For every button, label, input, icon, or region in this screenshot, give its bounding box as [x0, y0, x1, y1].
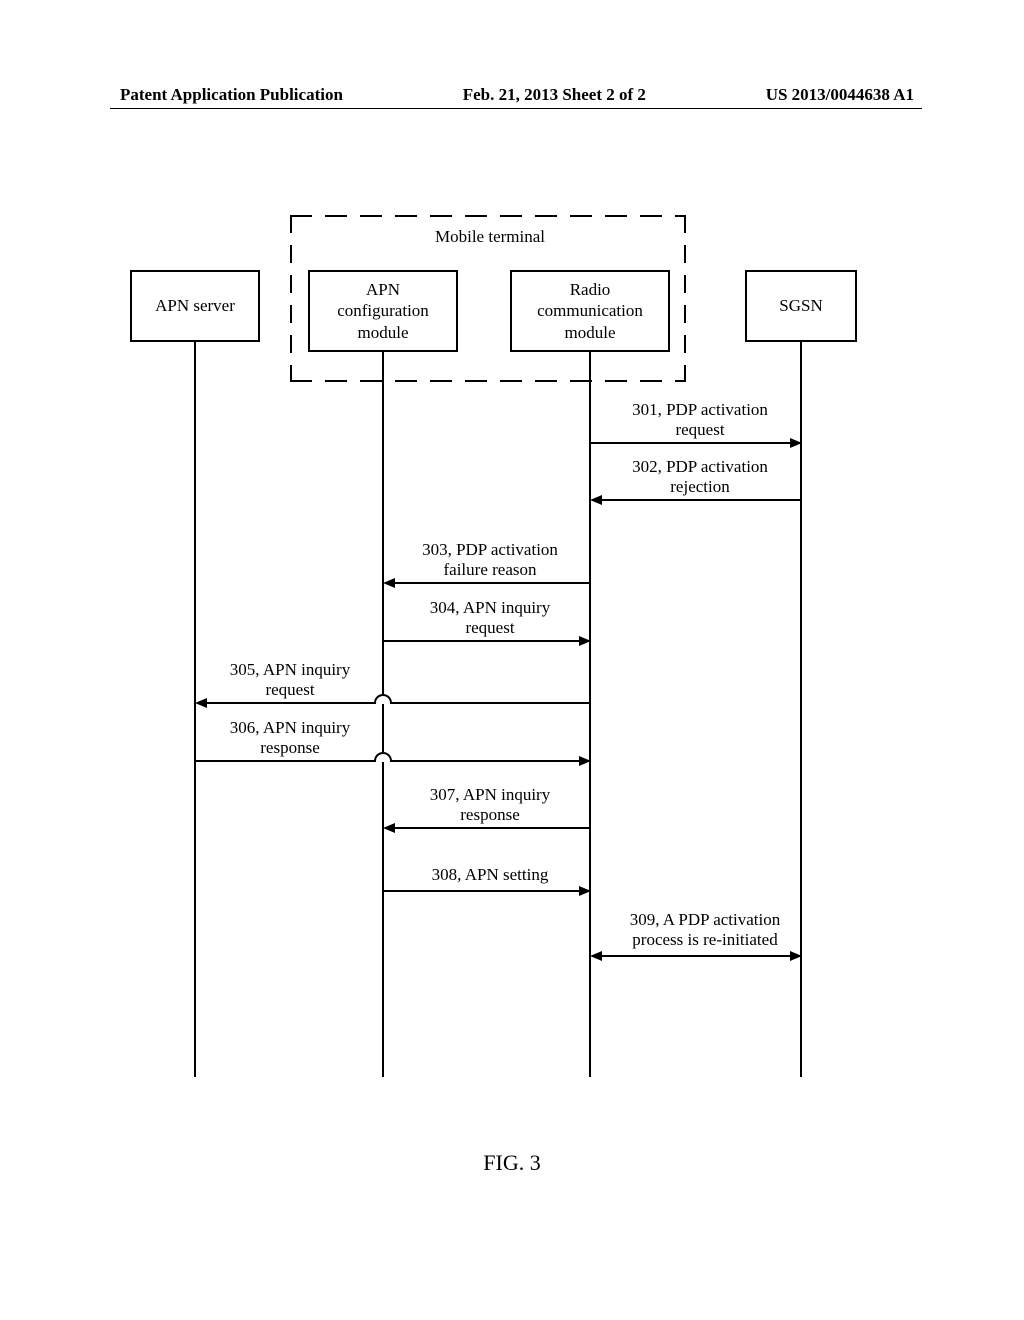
- arrow-305-jump: [374, 694, 392, 704]
- msg-306-label: 306, APN inquiry response: [195, 718, 385, 759]
- arrow-303-head: [383, 578, 395, 588]
- lifeline-radio: [589, 352, 591, 1077]
- sequence-diagram: Mobile terminal: [0, 210, 1024, 1110]
- arrow-305-seg1: [206, 702, 374, 704]
- arrow-304-head: [579, 636, 591, 646]
- actor-sgsn: SGSN: [745, 270, 857, 342]
- arrow-309-head-left: [590, 951, 602, 961]
- arrow-307-head: [383, 823, 395, 833]
- arrow-306-seg2: [392, 760, 580, 762]
- arrow-304: [383, 640, 580, 642]
- header-underline: [110, 108, 922, 109]
- apn-config-line3: module: [358, 322, 409, 343]
- arrow-308: [383, 890, 580, 892]
- document-header: Patent Application Publication Feb. 21, …: [0, 85, 1024, 105]
- msg-302-label: 302, PDP activation rejection: [600, 457, 800, 498]
- header-left: Patent Application Publication: [120, 85, 343, 105]
- radio-line1: Radio: [570, 279, 611, 300]
- arrow-308-head: [579, 886, 591, 896]
- arrow-305-head: [195, 698, 207, 708]
- msg-308-label: 308, APN setting: [395, 865, 585, 885]
- arrow-309: [601, 955, 791, 957]
- arrow-302: [601, 499, 801, 501]
- arrow-301: [590, 442, 790, 444]
- actor-radio-module: Radio communication module: [510, 270, 670, 352]
- arrow-303: [394, 582, 591, 584]
- header-center: Feb. 21, 2013 Sheet 2 of 2: [463, 85, 646, 105]
- msg-309-label: 309, A PDP activation process is re-init…: [595, 910, 815, 951]
- lifeline-apn-server: [194, 342, 196, 1077]
- msg-303-label: 303, PDP activation failure reason: [395, 540, 585, 581]
- msg-307-label: 307, APN inquiry response: [395, 785, 585, 826]
- arrow-306-jump: [374, 752, 392, 762]
- msg-305-label: 305, APN inquiry request: [195, 660, 385, 701]
- arrow-301-head: [790, 438, 802, 448]
- arrow-306-head: [579, 756, 591, 766]
- apn-config-line2: configuration: [337, 300, 429, 321]
- actor-apn-server-label: APN server: [155, 295, 235, 316]
- radio-line2: communication: [537, 300, 643, 321]
- msg-304-label: 304, APN inquiry request: [395, 598, 585, 639]
- mobile-terminal-group-label: Mobile terminal: [400, 227, 580, 247]
- arrow-309-head-right: [790, 951, 802, 961]
- header-right: US 2013/0044638 A1: [766, 85, 914, 105]
- lifeline-apn-config: [382, 352, 384, 1077]
- arrow-305-seg2: [392, 702, 591, 704]
- actor-apn-server: APN server: [130, 270, 260, 342]
- actor-apn-config-module: APN configuration module: [308, 270, 458, 352]
- radio-line3: module: [565, 322, 616, 343]
- lifeline-sgsn: [800, 342, 802, 1077]
- msg-301-label: 301, PDP activation request: [600, 400, 800, 441]
- figure-label: FIG. 3: [0, 1150, 1024, 1176]
- arrow-307: [394, 827, 591, 829]
- arrow-302-head: [590, 495, 602, 505]
- apn-config-line1: APN: [366, 279, 400, 300]
- arrow-306-seg1: [195, 760, 374, 762]
- actor-sgsn-label: SGSN: [779, 295, 822, 316]
